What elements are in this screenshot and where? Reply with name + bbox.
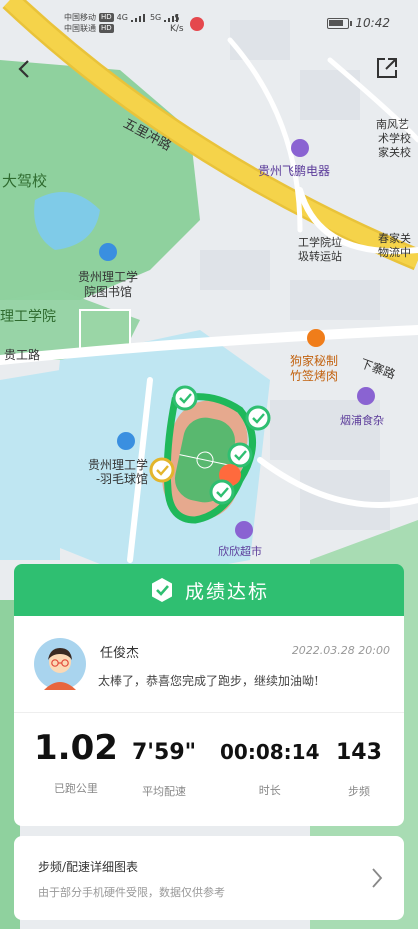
stat-pace-value: 7'59" (132, 740, 197, 765)
clock: 10:42 (355, 16, 390, 30)
map-label-driving-school: 大驾校 (2, 172, 48, 190)
stat-cadence-label: 步频 (347, 785, 370, 798)
map-label-bbq-2: 竹签烤肉 (290, 369, 339, 383)
speed-value: 5 (173, 14, 180, 24)
stat-duration: 00:08:14 时长 (220, 740, 320, 798)
carrier-info: 中国移动 HD 4G 5G 中国联通 HD (64, 12, 180, 34)
stat-cadence-value: 143 (336, 740, 382, 765)
avatar (34, 638, 86, 690)
signal-icon (130, 13, 145, 22)
detail-title: 步频/配速详细图表 (38, 860, 139, 874)
map-label-library-2: 院图书馆 (84, 285, 133, 299)
stat-distance-value: 1.02 (34, 728, 118, 768)
stat-pace: 7'59" 平均配速 (132, 740, 196, 799)
map-label-feipeng: 贵州飞鹏电器 (258, 164, 331, 178)
map-label-guigong-road: 贵工路 (4, 348, 41, 362)
back-arrow-icon[interactable] (14, 58, 36, 80)
username: 任俊杰 (100, 646, 140, 661)
stat-cadence: 143 步频 (336, 740, 382, 799)
battery-icon (327, 17, 353, 29)
map-label-xinxin: 欣欣超市 (218, 545, 262, 558)
map-label-ligong: 理工学院 (0, 309, 56, 325)
result-card: 任俊杰 2022.03.28 20:00 太棒了，恭喜您完成了跑步，继续加油呦!… (14, 616, 404, 826)
detail-subtitle: 由于部分手机硬件受限，数据仅供参考 (38, 886, 225, 899)
hd-badge: HD (99, 13, 114, 22)
stat-distance: 1.02 已跑公里 (34, 728, 118, 796)
stat-pace-label: 平均配速 (142, 785, 187, 798)
result-title: 成绩达标 (184, 580, 269, 603)
badge-check-icon (151, 578, 172, 602)
status-bar: 中国移动 HD 4G 5G 中国联通 HD 5 K/s 10:42 (0, 0, 418, 40)
detail-chart-entry[interactable]: 步频/配速详细图表 由于部分手机硬件受限，数据仅供参考 (14, 836, 404, 920)
share-icon[interactable] (375, 56, 399, 80)
chevron-right-icon (372, 868, 383, 888)
run-datetime: 2022.03.28 20:00 (291, 644, 390, 657)
network-5g: 5G (149, 13, 162, 22)
map-label-chunjia-2: 物流中 (378, 246, 411, 259)
network-speed: 5 K/s (170, 14, 184, 34)
divider (14, 712, 404, 713)
status-right: 10:42 (327, 16, 390, 30)
map-label-nanfeng-3: 家关校 (378, 146, 411, 159)
congrats-message: 太棒了，恭喜您完成了跑步，继续加油呦! (98, 674, 319, 688)
carrier-2: 中国联通 (64, 24, 96, 33)
map-label-yanpu: 烟浦食杂 (340, 414, 384, 427)
map-label-badminton-2: -羽毛球馆 (96, 472, 149, 486)
stat-duration-value: 00:08:14 (220, 740, 320, 764)
hd-badge-2: HD (99, 24, 114, 33)
carrier-1: 中国移动 (64, 13, 96, 22)
speed-unit: K/s (170, 24, 184, 34)
stat-duration-label: 时长 (258, 784, 281, 797)
network-4g: 4G (116, 13, 128, 22)
record-indicator-icon (190, 17, 204, 31)
stat-distance-label: 已跑公里 (53, 782, 98, 795)
result-header: 成绩达标 (14, 564, 404, 616)
map-label-station-2: 圾转运站 (298, 250, 342, 263)
